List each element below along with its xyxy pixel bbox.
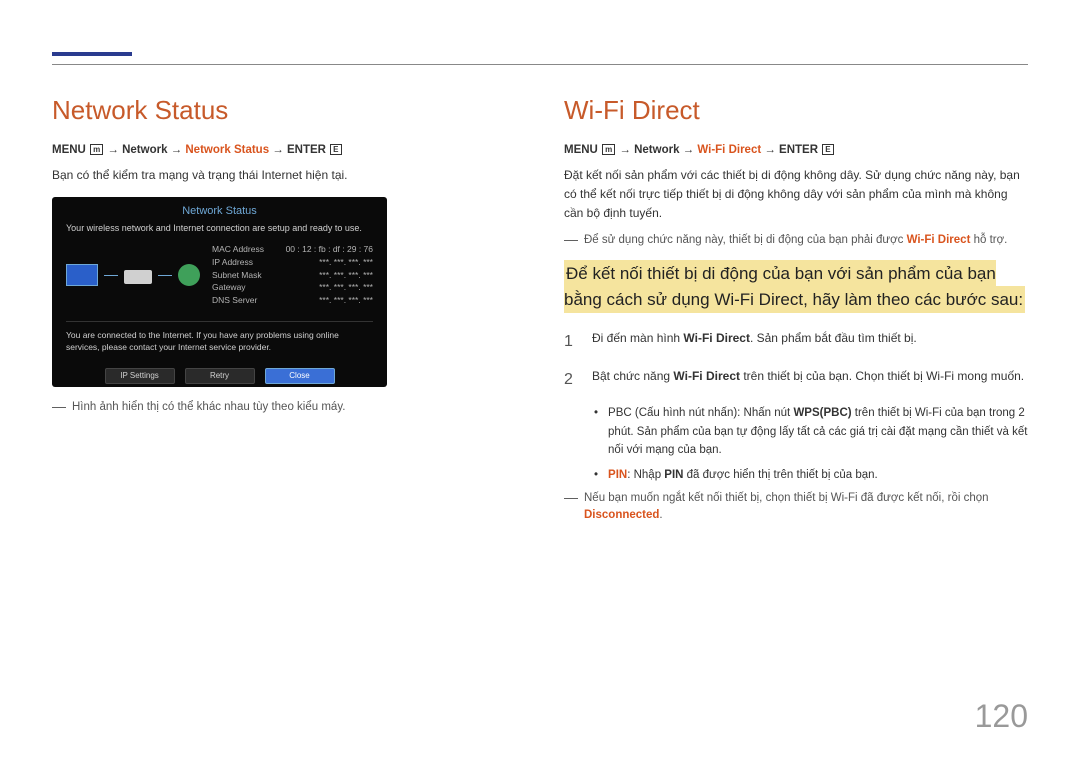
step-text: Đi đến màn hình [592, 331, 683, 345]
step-text: Bật chức năng [592, 369, 673, 383]
ss-footer-message: You are connected to the Internet. If yo… [66, 321, 373, 354]
note-left: ― Hình ảnh hiển thị có thể khác nhau tùy… [52, 399, 516, 420]
page-number: 120 [975, 698, 1028, 735]
pin-bold: PIN [664, 469, 683, 481]
bullet-text: PIN: Nhập PIN đã được hiển thị trên thiế… [608, 466, 878, 484]
note-right-2: ― Nếu bạn muốn ngắt kết nối thiết bị, ch… [564, 490, 1028, 525]
highlight-text: Để kết nối thiết bị di động của bạn với … [564, 260, 1025, 313]
menu-path-text: → Network → [619, 144, 697, 156]
step-text: . Sản phẩm bắt đầu tìm thiết bị. [750, 331, 917, 345]
menu-highlight: Wi-Fi Direct [697, 144, 761, 156]
intro-left: Bạn có thể kiểm tra mạng và trạng thái I… [52, 166, 516, 185]
bullet-text: PBC (Cấu hình nút nhấn): Nhấn nút WPS(PB… [608, 404, 1028, 459]
ip-settings-button: IP Settings [105, 368, 175, 384]
menu-prefix: MENU [52, 144, 86, 156]
step-number: 2 [564, 367, 578, 393]
field-value: 00 : 12 : fb : df : 29 : 76 [286, 243, 373, 256]
field-value: ***. ***. ***. *** [319, 269, 373, 282]
step-text: trên thiết bị của bạn. Chọn thiết bị Wi-… [740, 369, 1024, 383]
menu-prefix: MENU [564, 144, 598, 156]
menu-path-text2: → ENTER [761, 144, 818, 156]
field-value: ***. ***. ***. *** [319, 294, 373, 307]
network-status-screenshot: Network Status Your wireless network and… [52, 197, 387, 387]
retry-button: Retry [185, 368, 255, 384]
page-content: Network Status MENU m → Network → Networ… [0, 0, 1080, 531]
step-2: 2 Bật chức năng Wi-Fi Direct trên thiết … [564, 367, 1028, 393]
bullet-icon: • [594, 466, 598, 484]
globe-icon [178, 264, 200, 286]
bullet-pin: • PIN: Nhập PIN đã được hiển thị trên th… [564, 466, 1028, 484]
ss-network-table: MAC Address 00 : 12 : fb : df : 29 : 76 I… [212, 243, 373, 307]
step-body: Bật chức năng Wi-Fi Direct trên thiết bị… [592, 367, 1028, 393]
column-left: Network Status MENU m → Network → Networ… [52, 95, 516, 531]
field-label: IP Address [212, 256, 253, 269]
intro-right: Đặt kết nối sản phẩm với các thiết bị di… [564, 166, 1028, 224]
column-right: Wi-Fi Direct MENU m → Network → Wi-Fi Di… [564, 95, 1028, 531]
ss-connection-diagram [66, 243, 200, 307]
note-part: . [659, 509, 662, 521]
step-body: Đi đến màn hình Wi-Fi Direct. Sản phẩm b… [592, 329, 1028, 355]
bullet-pbc: • PBC (Cấu hình nút nhấn): Nhấn nút WPS(… [564, 404, 1028, 459]
connection-line [104, 275, 118, 276]
step-1: 1 Đi đến màn hình Wi-Fi Direct. Sản phẩm… [564, 329, 1028, 355]
bullet-part: : Nhập [627, 469, 664, 481]
dash-icon: ― [564, 487, 578, 522]
wps-pbc-bold: WPS(PBC) [793, 407, 851, 419]
wifi-direct-bold: Wi-Fi Direct [683, 331, 750, 345]
menu-path-right: MENU m → Network → Wi-Fi Direct → ENTER … [564, 144, 1028, 156]
field-label: Subnet Mask [212, 269, 262, 282]
heading-network-status: Network Status [52, 95, 516, 126]
enter-icon: E [822, 144, 833, 155]
menu-path-text: → Network → [107, 144, 185, 156]
wifi-direct-bold: Wi-Fi Direct [673, 369, 740, 383]
tv-icon [66, 264, 98, 286]
note-text: Nếu bạn muốn ngắt kết nối thiết bị, chọn… [584, 490, 1028, 525]
step-number: 1 [564, 329, 578, 355]
header-divider [52, 64, 1028, 65]
menu-path-left: MENU m → Network → Network Status → ENTE… [52, 144, 516, 156]
ss-button-row: IP Settings Retry Close [66, 368, 373, 384]
menu-highlight: Network Status [185, 144, 269, 156]
pin-label: PIN [608, 469, 627, 481]
enter-icon: E [330, 144, 341, 155]
ss-body: MAC Address 00 : 12 : fb : df : 29 : 76 I… [66, 243, 373, 307]
note-part: Nếu bạn muốn ngắt kết nối thiết bị, chọn… [584, 492, 989, 504]
menu-icon: m [90, 144, 103, 155]
disconnected-label: Disconnected [584, 509, 659, 521]
note-text: Hình ảnh hiển thị có thể khác nhau tùy t… [72, 399, 345, 420]
bullet-part: PBC (Cấu hình nút nhấn): Nhấn nút [608, 407, 793, 419]
note-part: hỗ trợ. [970, 234, 1007, 246]
connection-line [158, 275, 172, 276]
note-part: Để sử dụng chức năng này, thiết bị di độ… [584, 234, 907, 246]
header-accent [52, 52, 132, 56]
router-icon [124, 270, 152, 284]
field-value: ***. ***. ***. *** [319, 281, 373, 294]
ss-title: Network Status [66, 205, 373, 217]
field-value: ***. ***. ***. *** [319, 256, 373, 269]
note-text: Để sử dụng chức năng này, thiết bị di độ… [584, 232, 1007, 253]
ss-ready-message: Your wireless network and Internet conne… [66, 223, 373, 233]
highlight-block: Để kết nối thiết bị di động của bạn với … [564, 261, 1028, 314]
heading-wifi-direct: Wi-Fi Direct [564, 95, 1028, 126]
wifi-direct-label: Wi-Fi Direct [907, 234, 971, 246]
dash-icon: ― [564, 229, 578, 250]
field-label: Gateway [212, 281, 246, 294]
close-button: Close [265, 368, 335, 384]
bullet-icon: • [594, 404, 598, 459]
menu-icon: m [602, 144, 615, 155]
dash-icon: ― [52, 396, 66, 417]
field-label: DNS Server [212, 294, 257, 307]
bullet-part: đã được hiển thị trên thiết bị của bạn. [683, 469, 877, 481]
menu-path-text2: → ENTER [269, 144, 326, 156]
note-right-1: ― Để sử dụng chức năng này, thiết bị di … [564, 232, 1028, 253]
field-label: MAC Address [212, 243, 264, 256]
